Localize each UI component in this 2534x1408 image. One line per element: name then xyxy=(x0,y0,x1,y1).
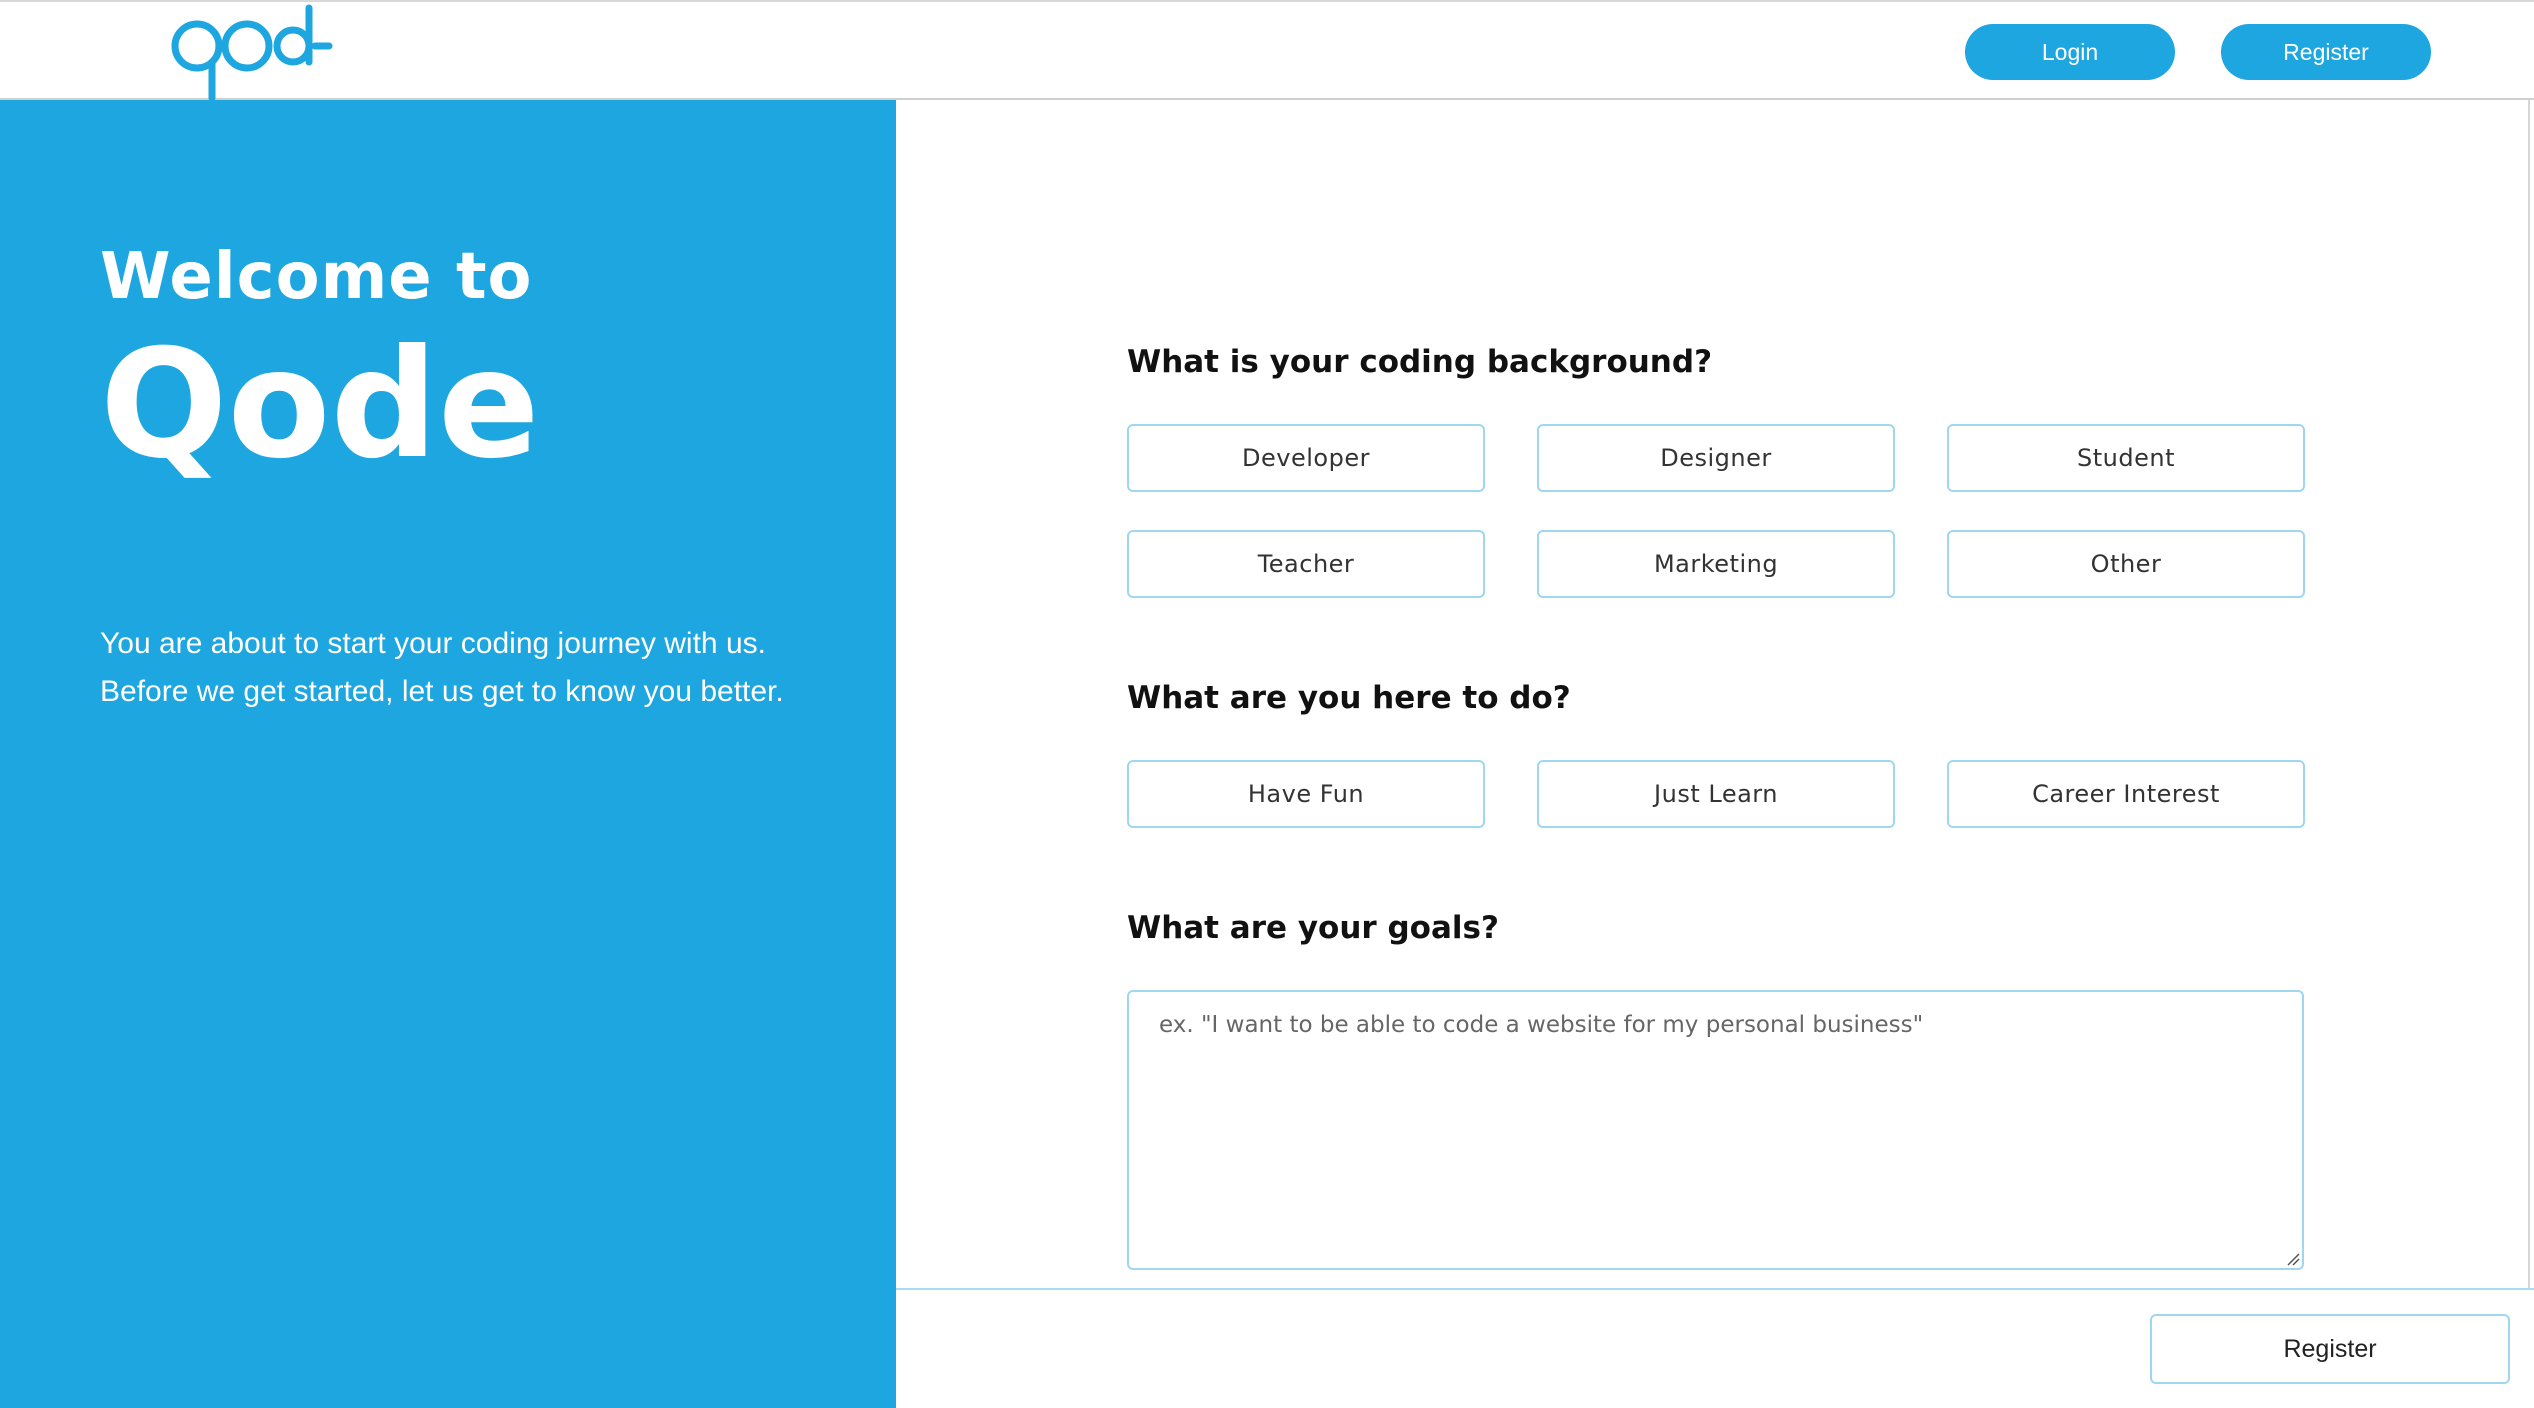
purpose-question: What are you here to do? xyxy=(1127,680,1571,716)
intro-text: You are about to start your coding journ… xyxy=(100,620,860,716)
goals-textarea[interactable] xyxy=(1127,990,2304,1270)
brand-title: Qode xyxy=(100,318,540,492)
panel-edge-divider xyxy=(2528,100,2530,1290)
option-career-interest[interactable]: Career Interest xyxy=(1947,760,2305,828)
option-teacher[interactable]: Teacher xyxy=(1127,530,1485,598)
register-submit-button[interactable]: Register xyxy=(2150,1314,2510,1384)
resize-grip-icon[interactable] xyxy=(2286,1252,2300,1266)
option-student[interactable]: Student xyxy=(1947,424,2305,492)
welcome-heading: Welcome to xyxy=(100,240,533,314)
goals-question: What are your goals? xyxy=(1127,910,1499,946)
welcome-panel: Welcome to Qode You are about to start y… xyxy=(0,100,896,1408)
footer-divider xyxy=(896,1288,2534,1290)
intro-line-1: You are about to start your coding journ… xyxy=(100,627,766,660)
option-designer[interactable]: Designer xyxy=(1537,424,1895,492)
login-button[interactable]: Login xyxy=(1965,24,2175,80)
register-nav-button[interactable]: Register xyxy=(2221,24,2431,80)
qode-logo-icon[interactable] xyxy=(165,2,335,102)
option-marketing[interactable]: Marketing xyxy=(1537,530,1895,598)
option-just-learn[interactable]: Just Learn xyxy=(1537,760,1895,828)
background-question: What is your coding background? xyxy=(1127,344,1713,380)
option-have-fun[interactable]: Have Fun xyxy=(1127,760,1485,828)
intro-line-2: Before we get started, let us get to kno… xyxy=(100,675,784,708)
option-other[interactable]: Other xyxy=(1947,530,2305,598)
top-navigation-bar: Login Register xyxy=(0,0,2534,102)
option-developer[interactable]: Developer xyxy=(1127,424,1485,492)
